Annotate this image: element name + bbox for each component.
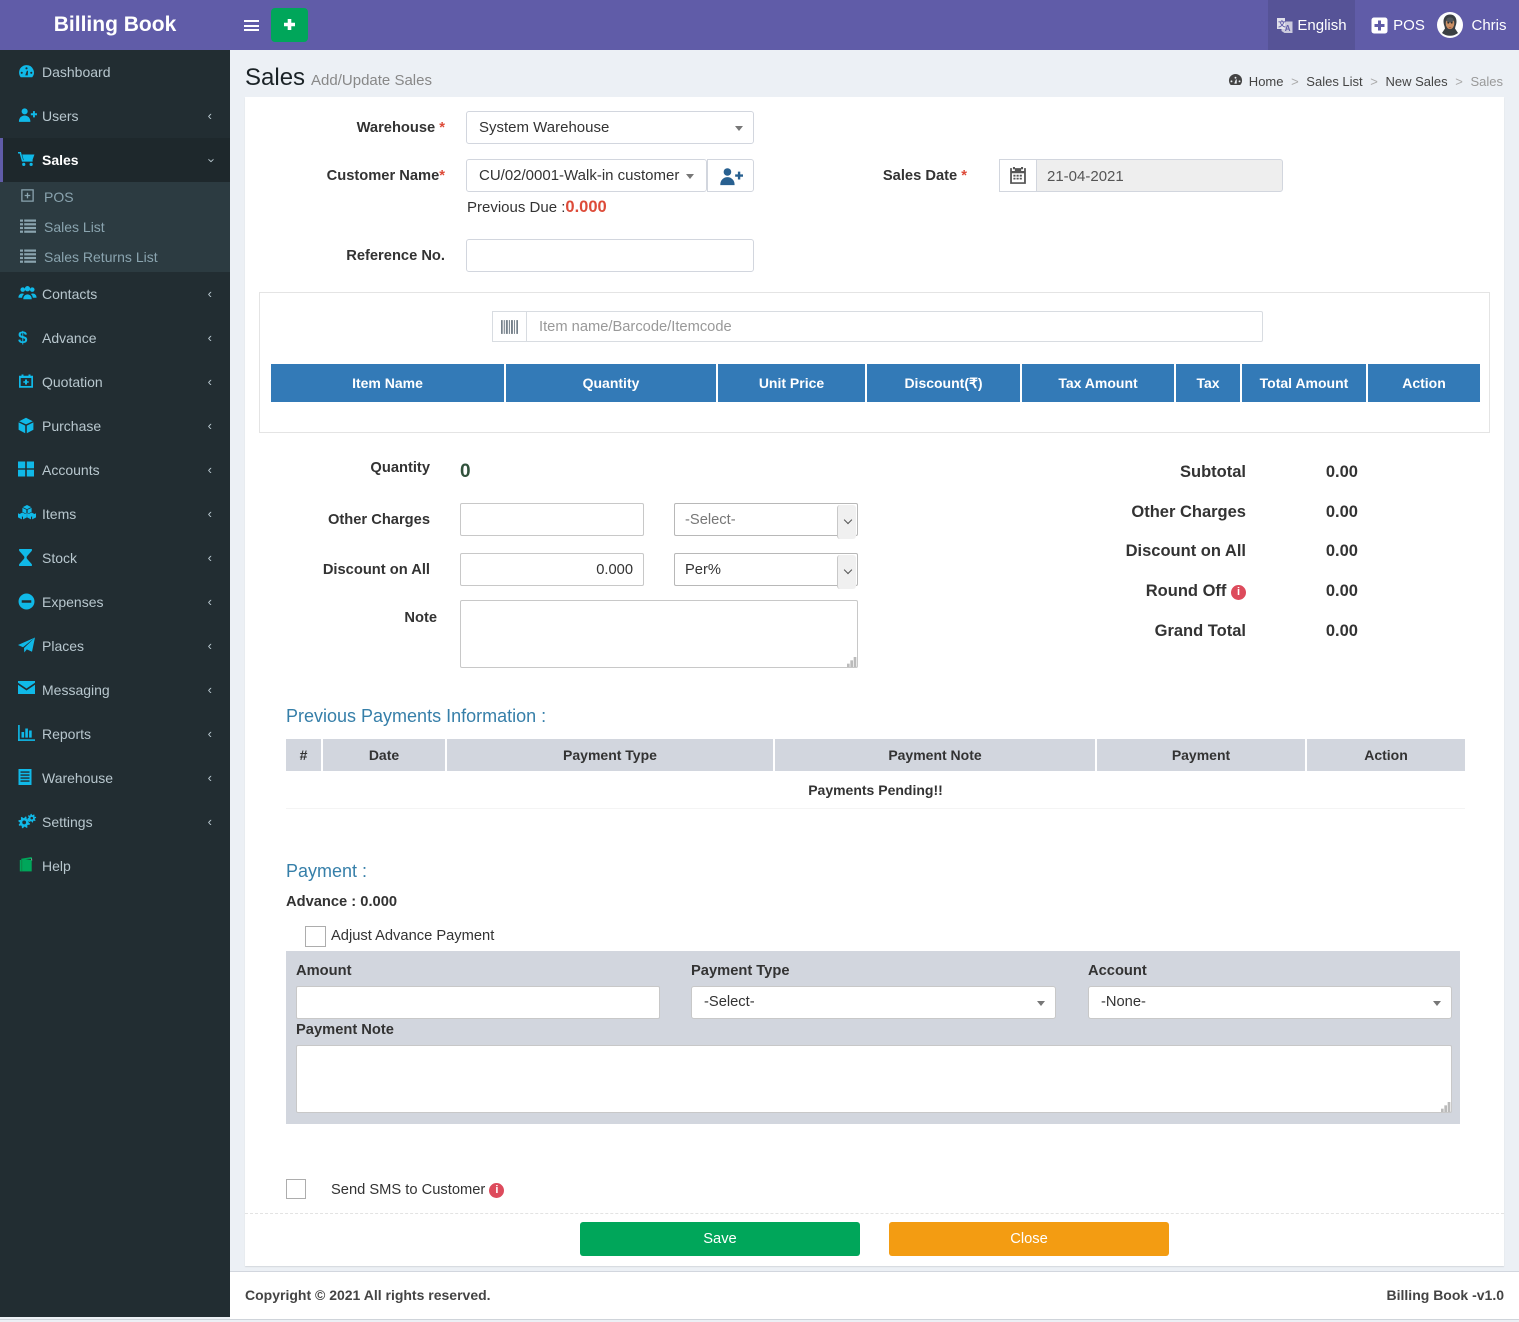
svg-text:A: A [1285,23,1291,32]
